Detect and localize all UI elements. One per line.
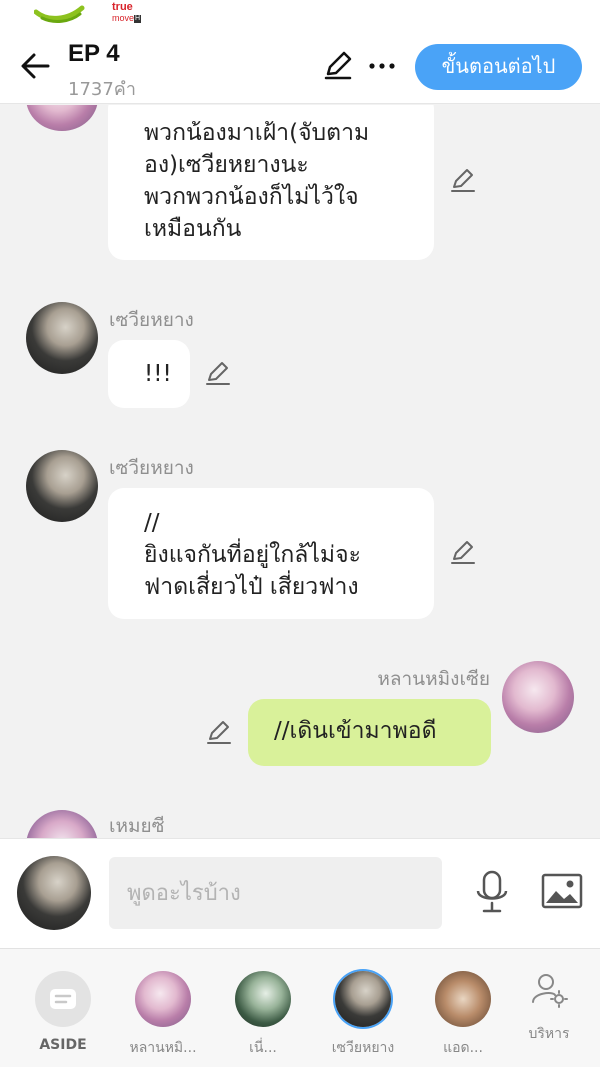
message-input-bar bbox=[0, 838, 600, 948]
tab-character[interactable]: หลานหมิ... bbox=[113, 949, 213, 1067]
message-input[interactable] bbox=[109, 857, 442, 929]
message-line: พวกพวกน้องก็ไม่ไว้ใจ bbox=[144, 184, 359, 210]
message-line: !!! bbox=[144, 361, 172, 387]
chat-area[interactable]: พวกน้องมาเฝ้า(จับตาม อง)เซวียหยางนะ พวกพ… bbox=[0, 105, 600, 838]
message-bubble[interactable]: !!! bbox=[108, 340, 190, 408]
sender-name: เหมยซี bbox=[109, 815, 165, 837]
carrier-sub: move bbox=[112, 13, 135, 23]
edit-message-icon[interactable] bbox=[448, 165, 478, 195]
aside-chat-icon bbox=[35, 971, 91, 1027]
status-bar: true moveH bbox=[0, 0, 600, 30]
edit-message-icon[interactable] bbox=[204, 717, 234, 747]
tab-label: แอด... bbox=[443, 1040, 483, 1056]
episode-title: EP 4 bbox=[68, 40, 120, 67]
edit-pencil-icon[interactable] bbox=[320, 48, 356, 84]
edit-message-icon[interactable] bbox=[203, 358, 233, 388]
carrier-brand: true bbox=[112, 1, 133, 13]
character-avatar bbox=[335, 971, 391, 1027]
tab-aside[interactable]: ASIDE bbox=[13, 949, 113, 1067]
episode-header: EP 4 1737คำ ขั้นตอนต่อไป bbox=[0, 30, 600, 104]
message-line: ฟาดเสี่ยวไป๋ เสี่ยวฟาง bbox=[144, 574, 359, 600]
tab-label: เซวียหยาง bbox=[331, 1040, 395, 1056]
current-speaker-avatar[interactable] bbox=[17, 856, 91, 930]
character-tab-bar: ASIDE หลานหมิ... เนี่... เซวียหยาง แอด..… bbox=[0, 948, 600, 1067]
tab-label: เนี่... bbox=[249, 1040, 277, 1056]
sender-name: หลานหมิงเซีย bbox=[377, 668, 490, 690]
tab-label: หลานหมิ... bbox=[129, 1040, 197, 1056]
tab-label: บริหาร bbox=[528, 1026, 570, 1042]
tab-character-selected[interactable]: เซวียหยาง bbox=[313, 949, 413, 1067]
sender-name: เซวียหยาง bbox=[109, 309, 194, 331]
message-bubble[interactable]: //เดินเข้ามาพอดี bbox=[248, 699, 491, 766]
sender-avatar[interactable] bbox=[26, 302, 98, 374]
manage-user-icon bbox=[532, 974, 568, 1008]
image-upload-icon[interactable] bbox=[540, 871, 584, 911]
edit-message-icon[interactable] bbox=[448, 537, 478, 567]
microphone-icon[interactable] bbox=[472, 869, 512, 915]
tab-manage[interactable]: บริหาร bbox=[499, 949, 599, 1067]
carrier-h-badge: H bbox=[134, 14, 142, 23]
more-options-icon[interactable] bbox=[364, 48, 400, 84]
message-line: // bbox=[144, 510, 160, 536]
message-bubble[interactable]: พวกน้องมาเฝ้า(จับตาม อง)เซวียหยางนะ พวกพ… bbox=[108, 105, 434, 260]
tab-character[interactable]: เนี่... bbox=[213, 949, 313, 1067]
carrier-name: true moveH bbox=[112, 2, 152, 24]
message-line: เหมือนกัน bbox=[144, 216, 242, 242]
sender-avatar[interactable] bbox=[502, 661, 574, 733]
message-line: อง)เซวียหยางนะ bbox=[144, 152, 309, 178]
carrier-logo-icon bbox=[34, 5, 85, 23]
message-line: พวกน้องมาเฝ้า(จับตาม bbox=[144, 120, 370, 146]
word-count: 1737คำ bbox=[68, 79, 136, 100]
sender-avatar[interactable] bbox=[26, 450, 98, 522]
tab-character[interactable]: แอด... bbox=[413, 949, 513, 1067]
message-line: //เดินเข้ามาพอดี bbox=[274, 718, 437, 744]
character-avatar bbox=[435, 971, 491, 1027]
back-arrow-icon[interactable] bbox=[16, 48, 56, 84]
character-avatar bbox=[235, 971, 291, 1027]
character-avatar bbox=[135, 971, 191, 1027]
message-line: ยิงแจกันที่อยู่ใกล้ไม่จะ bbox=[144, 542, 361, 568]
tab-label: ASIDE bbox=[39, 1037, 87, 1053]
next-step-button[interactable]: ขั้นตอนต่อไป bbox=[415, 44, 582, 90]
sender-avatar[interactable] bbox=[26, 810, 98, 838]
sender-avatar[interactable] bbox=[26, 105, 98, 131]
message-bubble[interactable]: // ยิงแจกันที่อยู่ใกล้ไม่จะ ฟาดเสี่ยวไป๋… bbox=[108, 488, 434, 619]
sender-name: เซวียหยาง bbox=[109, 457, 194, 479]
